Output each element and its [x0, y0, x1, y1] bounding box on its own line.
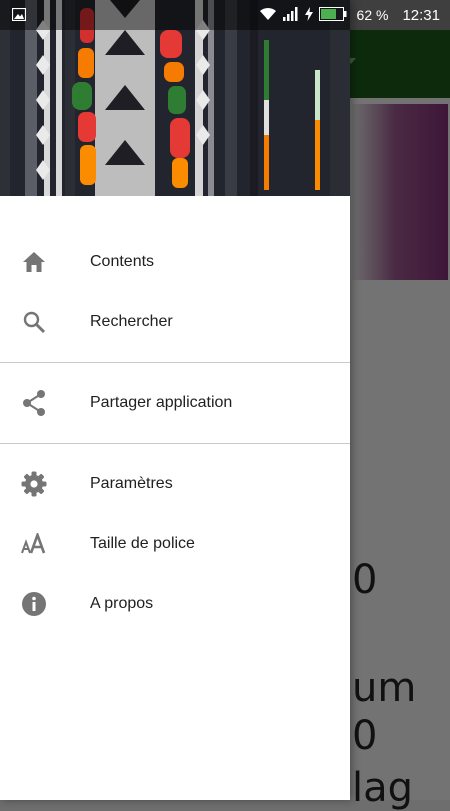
- search-icon: [21, 310, 47, 334]
- menu-label-contents: Contents: [90, 253, 155, 270]
- menu-label-parametres: Paramètres: [90, 475, 173, 492]
- clock: 12:31: [402, 6, 440, 24]
- menu-divider: [0, 443, 350, 444]
- content-text-1: 0: [352, 557, 378, 603]
- wifi-icon: [259, 7, 277, 24]
- menu-item-parametres[interactable]: Paramètres: [0, 454, 350, 514]
- home-icon: [21, 250, 47, 274]
- menu-item-contents[interactable]: Contents: [0, 232, 350, 292]
- battery-icon: [318, 6, 347, 24]
- menu-item-partager[interactable]: Partager application: [0, 373, 350, 433]
- info-icon: [21, 592, 47, 616]
- menu-divider: [0, 362, 350, 363]
- content-banner: [352, 104, 448, 280]
- menu-label-partager: Partager application: [90, 394, 233, 411]
- menu-item-a-propos[interactable]: A propos: [0, 574, 350, 634]
- font-size-icon: [21, 532, 47, 556]
- navigation-drawer: Contents Rechercher Partager application…: [0, 0, 350, 800]
- share-icon: [21, 390, 47, 416]
- charging-icon: [304, 6, 313, 24]
- status-bar: 62 % 12:31: [0, 0, 450, 30]
- content-text-3: 0: [352, 713, 378, 759]
- menu-label-rechercher: Rechercher: [90, 313, 173, 330]
- content-text-2: um: [352, 665, 417, 711]
- signal-icon: [282, 6, 299, 24]
- content-text-4: lag: [352, 765, 414, 811]
- drawer-menu: Contents Rechercher Partager application…: [0, 232, 350, 634]
- battery-percent: 62 %: [356, 7, 389, 23]
- settings-icon: [21, 471, 47, 497]
- menu-label-a-propos: A propos: [90, 595, 154, 612]
- menu-item-taille-police[interactable]: Taille de police: [0, 514, 350, 574]
- gallery-notification-icon: [11, 7, 27, 24]
- menu-label-taille-police: Taille de police: [90, 535, 195, 552]
- menu-item-rechercher[interactable]: Rechercher: [0, 292, 350, 352]
